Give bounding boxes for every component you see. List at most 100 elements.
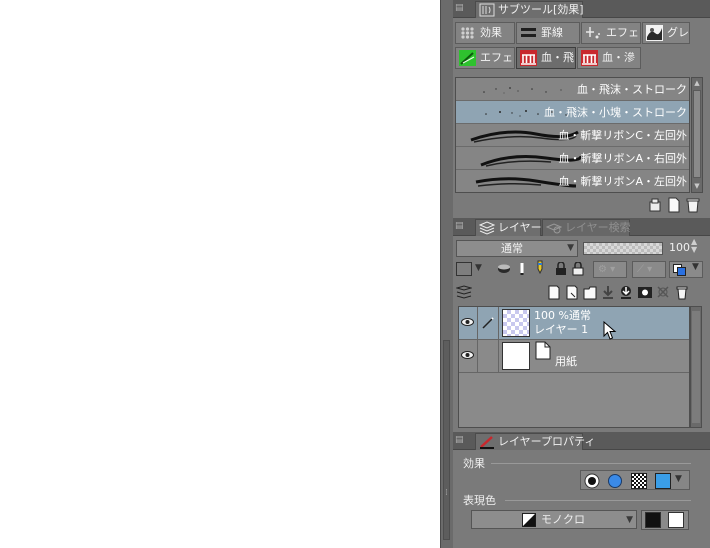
transfer-down-icon[interactable] (601, 285, 615, 300)
chevron-down-icon: ▼ (626, 515, 633, 525)
brush-name: 血・斬撃リボンC・左回外 (558, 129, 687, 142)
eye-visibility-icon[interactable] (461, 317, 474, 327)
lock-icon[interactable] (554, 262, 568, 276)
chevron-down-icon[interactable]: ▼ (675, 474, 682, 484)
layer-color-swatch[interactable] (456, 262, 472, 276)
group-label: グレー (667, 26, 689, 39)
brush-list-scroll-thumb[interactable] (693, 90, 701, 178)
white-color-swatch[interactable] (668, 512, 684, 528)
group-button-green-effect[interactable]: エフェク (455, 47, 515, 69)
tab-layer-property[interactable]: レイヤープロパティ (475, 433, 595, 450)
group-label: エフェク (480, 51, 514, 64)
blend-mode-value: 通常 (501, 242, 523, 255)
merge-down-icon[interactable] (619, 285, 633, 300)
lock-transparent-icon[interactable] (571, 262, 585, 276)
right-panel-dock: ▤ サブツール[効果] 効果 罫線 エフェク (445, 0, 710, 548)
mask-pen-icon[interactable] (534, 260, 546, 276)
expression-color-dropdown[interactable]: モノクロ ▼ (471, 510, 637, 529)
layer-name: レイヤー 1 (534, 323, 589, 336)
group-button-blood-bleed[interactable]: 血・滲 (577, 47, 641, 69)
extract-line-icon[interactable] (607, 473, 623, 489)
blend-mode-dropdown[interactable]: 通常 ▼ (456, 240, 578, 257)
dock-edge-scrollbar[interactable] (440, 0, 453, 548)
group-button-blood-splash[interactable]: 血・飛 (516, 47, 576, 69)
trash-icon[interactable] (685, 197, 701, 213)
group-button-ruled-line[interactable]: 罫線 (516, 22, 580, 44)
canvas-area[interactable] (0, 0, 440, 548)
layer-list-scrollbar[interactable] (690, 306, 702, 428)
expression-color-value: モノクロ (541, 513, 585, 526)
brush-item[interactable]: 血・斬撃リボンA・左回外 (456, 170, 689, 192)
group-button-effect[interactable]: 効果 (455, 22, 515, 44)
brush-item[interactable]: 血・飛沫・ストローク (456, 78, 689, 101)
layer-thumbnail (502, 309, 530, 337)
eye-visibility-icon[interactable] (461, 350, 474, 360)
layer-settings-icon[interactable] (456, 285, 472, 299)
layer-property-tabbar: ▤ レイヤープロパティ (453, 432, 710, 450)
layer-list: 100 %通常 レイヤー 1 用紙 (458, 306, 690, 428)
layer-row-selected[interactable]: 100 %通常 レイヤー 1 (459, 307, 689, 340)
tab-label: レイヤー (498, 221, 542, 234)
delete-layer-icon[interactable] (675, 285, 689, 300)
layer-color-button[interactable]: ▼ (669, 261, 703, 278)
ruler-frame-button[interactable]: ⟋ ▾ (632, 261, 666, 278)
expression-color-swatches (641, 510, 689, 530)
effect-section-label: 効果 (463, 457, 485, 470)
brush-name: 血・飛沫・ストローク (577, 83, 687, 96)
scroll-up-arrow-icon[interactable]: ▲ (693, 79, 701, 87)
brush-name: 血・斬撃リボンA・右回外 (558, 152, 687, 165)
group-button-effect-line[interactable]: エフェク (581, 22, 641, 44)
tab-subtool-effect[interactable]: サブツール[効果] (475, 1, 584, 18)
effect-sparkle-icon (586, 27, 600, 39)
tab-layer[interactable]: レイヤー (475, 219, 542, 236)
layer-thumbnail (502, 342, 530, 370)
blood-bleed-icon (581, 50, 598, 66)
panel-menu-grip-icon[interactable]: ▤ (455, 3, 467, 14)
opacity-slider[interactable] (583, 242, 663, 255)
brush-item[interactable]: 血・斬撃リボンA・右回外 (456, 147, 689, 170)
new-page-icon[interactable] (666, 197, 682, 213)
scroll-down-arrow-icon[interactable]: ▼ (693, 182, 701, 190)
gray-texture-icon (646, 25, 663, 41)
group-label: 血・飛 (541, 51, 574, 64)
layer-row[interactable]: 用紙 (459, 340, 689, 373)
new-raster-layer-icon[interactable] (547, 285, 561, 300)
expression-color-label: 表現色 (463, 494, 496, 507)
tone-effect-icon[interactable] (631, 473, 647, 489)
edit-target-pen-icon[interactable] (481, 316, 495, 330)
panel-menu-grip-icon[interactable]: ▤ (455, 435, 467, 446)
brush-list-scrollbar[interactable]: ▲ ▼ (691, 77, 703, 193)
panel-menu-grip-icon[interactable]: ▤ (455, 221, 467, 232)
layer-property-icon (480, 436, 494, 449)
copy-tool-icon[interactable] (647, 197, 663, 213)
black-color-swatch[interactable] (645, 512, 661, 528)
opacity-value[interactable]: 100 (669, 241, 690, 254)
subtool-tabbar: ▤ サブツール[効果] (453, 0, 710, 18)
draft-layer-icon[interactable] (516, 262, 528, 276)
monochrome-icon (522, 513, 536, 527)
group-button-gray[interactable]: グレー (642, 22, 690, 44)
apply-mask-icon[interactable] (656, 285, 670, 300)
layer-tabbar: ▤ レイヤー レイヤー検索 (453, 218, 710, 236)
group-label: エフェク (606, 26, 640, 39)
border-effect-icon[interactable] (584, 473, 600, 489)
layer-name: 用紙 (555, 355, 577, 368)
layer-list-scroll-thumb[interactable] (692, 311, 700, 423)
effect-buttons-group: ▼ (580, 470, 690, 490)
panel-collapse-handle-icon[interactable]: ⁞ (445, 488, 448, 498)
reference-layer-icon[interactable] (496, 262, 512, 276)
tab-layer-search[interactable]: レイヤー検索 (542, 219, 631, 236)
brush-item-selected[interactable]: 血・飛沫・小塊・ストローク (456, 101, 689, 124)
new-vector-layer-icon[interactable] (565, 285, 579, 300)
subtool-effect-icon (479, 3, 495, 17)
clip-layer-button[interactable]: ⚙ ▾ (593, 261, 627, 278)
paper-layer-icon (535, 341, 551, 360)
ruled-line-icon (521, 28, 536, 37)
dock-edge-scroll-thumb[interactable] (443, 340, 450, 540)
chevron-down-icon[interactable]: ▼ (475, 263, 482, 273)
new-folder-icon[interactable] (583, 285, 597, 300)
opacity-stepper-icon[interactable]: ▲ ▼ (691, 238, 697, 254)
layer-mask-icon[interactable] (637, 286, 653, 299)
layer-color-effect-icon[interactable] (655, 473, 671, 489)
brush-item[interactable]: 血・斬撃リボンC・左回外 (456, 124, 689, 147)
